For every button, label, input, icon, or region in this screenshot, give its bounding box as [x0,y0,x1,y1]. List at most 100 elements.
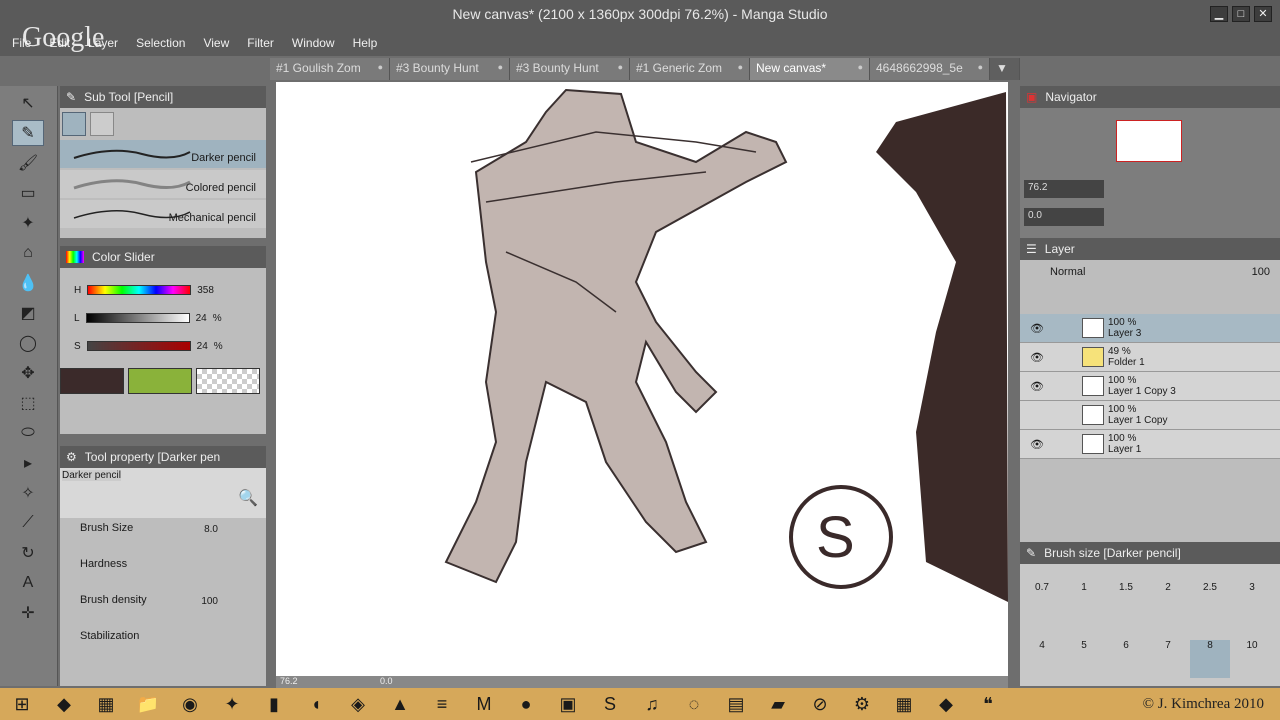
eye-icon[interactable]: 👁 [1030,380,1044,393]
saturation-slider[interactable]: S 24% [60,332,266,360]
eraser-tool-icon[interactable]: ▭ [12,180,44,206]
brush-size-option[interactable]: 10 [1232,640,1272,678]
magic-wand-icon[interactable]: ✧ [12,480,44,506]
brush-size-option[interactable]: 2.5 [1190,582,1230,620]
menu-help[interactable]: Help [353,36,378,50]
magnify-icon[interactable]: 🔍 [238,488,258,508]
airbrush-tool-icon[interactable]: ⌂ [12,240,44,266]
app-icon[interactable]: ▦ [88,689,124,719]
select-tool-icon[interactable]: ▸ [12,450,44,476]
brush-size-option[interactable]: 3 [1232,582,1272,620]
transparent-color-swatch[interactable] [196,368,260,394]
menu-view[interactable]: View [203,36,229,50]
app-icon[interactable]: ⊘ [802,689,838,719]
navigator-thumbnail[interactable] [1116,120,1182,162]
brush-colored-pencil[interactable]: Colored pencil [60,170,266,198]
brush-size-option-selected[interactable]: 8 [1190,640,1230,678]
close-tab-icon[interactable]: ● [978,62,983,72]
brush-tool-icon[interactable]: 🖌 [12,150,44,176]
tab-generic-zombie[interactable]: #1 Generic Zom ● [630,58,750,80]
eraser-group-icon[interactable] [90,112,114,136]
app-icon[interactable]: ◌ [676,689,712,719]
gradient-tool-icon[interactable]: ◩ [12,300,44,326]
main-color-swatch[interactable] [60,368,124,394]
hue-bar[interactable] [87,285,192,295]
brush-size-option[interactable]: 5 [1064,640,1104,678]
app-icon[interactable]: ▤ [718,689,754,719]
layer-item[interactable]: 👁 100 % Layer 1 [1020,430,1280,459]
rotation-slider[interactable]: 0.0 [1024,208,1104,226]
rotate-tool-icon[interactable]: ↻ [12,540,44,566]
text-tool-icon[interactable]: A [12,570,44,596]
lightness-slider[interactable]: L 24% [60,304,266,332]
hardness-row[interactable]: Hardness [60,554,266,590]
balloon-tool-icon[interactable]: ✛ [12,600,44,626]
hangouts-icon[interactable]: ❝ [970,689,1006,719]
app-icon[interactable]: ≡ [424,689,460,719]
lasso-tool-icon[interactable]: ◯ [12,330,44,356]
obs-icon[interactable]: ● [508,689,544,719]
brush-size-option[interactable]: 6 [1106,640,1146,678]
layer-opacity[interactable]: 100 [1252,266,1270,278]
brush-size-option[interactable]: 4 [1022,640,1062,678]
tab-bounty-hunter-1[interactable]: #3 Bounty Hunt ● [390,58,510,80]
transform-tool-icon[interactable]: ✥ [12,360,44,386]
app-icon[interactable]: ▦ [886,689,922,719]
nvidia-icon[interactable]: ▰ [760,689,796,719]
maximize-button[interactable]: □ [1232,6,1250,22]
move-tool-icon[interactable]: ↖ [12,90,44,116]
layer-item[interactable]: 👁 49 % Folder 1 [1020,343,1280,372]
folder-icon[interactable]: 📁 [130,689,166,719]
brush-darker-pencil[interactable]: Darker pencil [60,140,266,168]
itunes-icon[interactable]: ♫ [634,689,670,719]
menu-window[interactable]: Window [292,36,335,50]
eye-icon[interactable]: 👁 [1030,438,1044,451]
manga-studio-icon[interactable]: M [466,689,502,719]
eye-icon[interactable]: 👁 [1030,351,1044,364]
steam-icon[interactable]: ⚙ [844,689,880,719]
brush-size-option[interactable]: 0.7 [1022,582,1062,620]
app-icon[interactable]: ◈ [340,689,376,719]
saturation-bar[interactable] [86,341,191,351]
start-button[interactable]: ⊞ [4,689,40,719]
brush-mechanical-pencil[interactable]: Mechanical pencil [60,200,266,228]
tab-reference-image[interactable]: 4648662998_5e ● [870,58,990,80]
vlc-icon[interactable]: ▲ [382,689,418,719]
tab-new-canvas[interactable]: New canvas* ● [750,58,870,80]
close-tab-icon[interactable]: ● [858,62,863,72]
lightness-bar[interactable] [85,313,190,323]
dropbox-icon[interactable]: ◆ [46,689,82,719]
app-icon[interactable]: ◖ [298,689,334,719]
blend-mode-select[interactable]: Normal [1050,266,1085,278]
close-tab-icon[interactable]: ● [378,62,383,72]
menu-filter[interactable]: Filter [247,36,274,50]
app-icon[interactable]: ✦ [214,689,250,719]
stabilization-row[interactable]: Stabilization [60,626,266,662]
tab-bounty-hunter-2[interactable]: #3 Bounty Hunt ● [510,58,630,80]
close-tab-icon[interactable]: ● [618,62,623,72]
layer-item[interactable]: 👁 100 % Layer 1 Copy 3 [1020,372,1280,401]
brush-size-option[interactable]: 7 [1148,640,1188,678]
brush-density-row[interactable]: Brush density 100 [60,590,266,626]
chrome-icon[interactable]: ◉ [172,689,208,719]
eye-icon[interactable]: 👁 [1030,322,1044,335]
tab-goulish-zombie[interactable]: #1 Goulish Zom ● [270,58,390,80]
pencil-group-icon[interactable] [62,112,86,136]
layer-item[interactable]: 👁 100 % Layer 3 [1020,314,1280,343]
close-tab-icon[interactable]: ● [738,62,743,72]
app-icon[interactable]: ▮ [256,689,292,719]
drawing-canvas[interactable]: S [276,82,1008,676]
pencil-tool-icon[interactable]: ✎ [12,120,44,146]
layer-item[interactable]: 100 % Layer 1 Copy [1020,401,1280,430]
brush-size-option[interactable]: 1 [1064,582,1104,620]
close-tab-icon[interactable]: ● [498,62,503,72]
brush-size-option[interactable]: 2 [1148,582,1188,620]
operation-tool-icon[interactable]: ⬚ [12,390,44,416]
hue-slider[interactable]: H 358 [60,276,266,304]
fill-tool-icon[interactable]: 💧 [12,270,44,296]
skype-icon[interactable]: S [592,689,628,719]
tab-list-dropdown[interactable]: ▼ [990,58,1020,80]
menu-selection[interactable]: Selection [136,36,185,50]
brush-size-row[interactable]: Brush Size 8.0 [60,518,266,554]
close-button[interactable]: ✕ [1254,6,1272,22]
